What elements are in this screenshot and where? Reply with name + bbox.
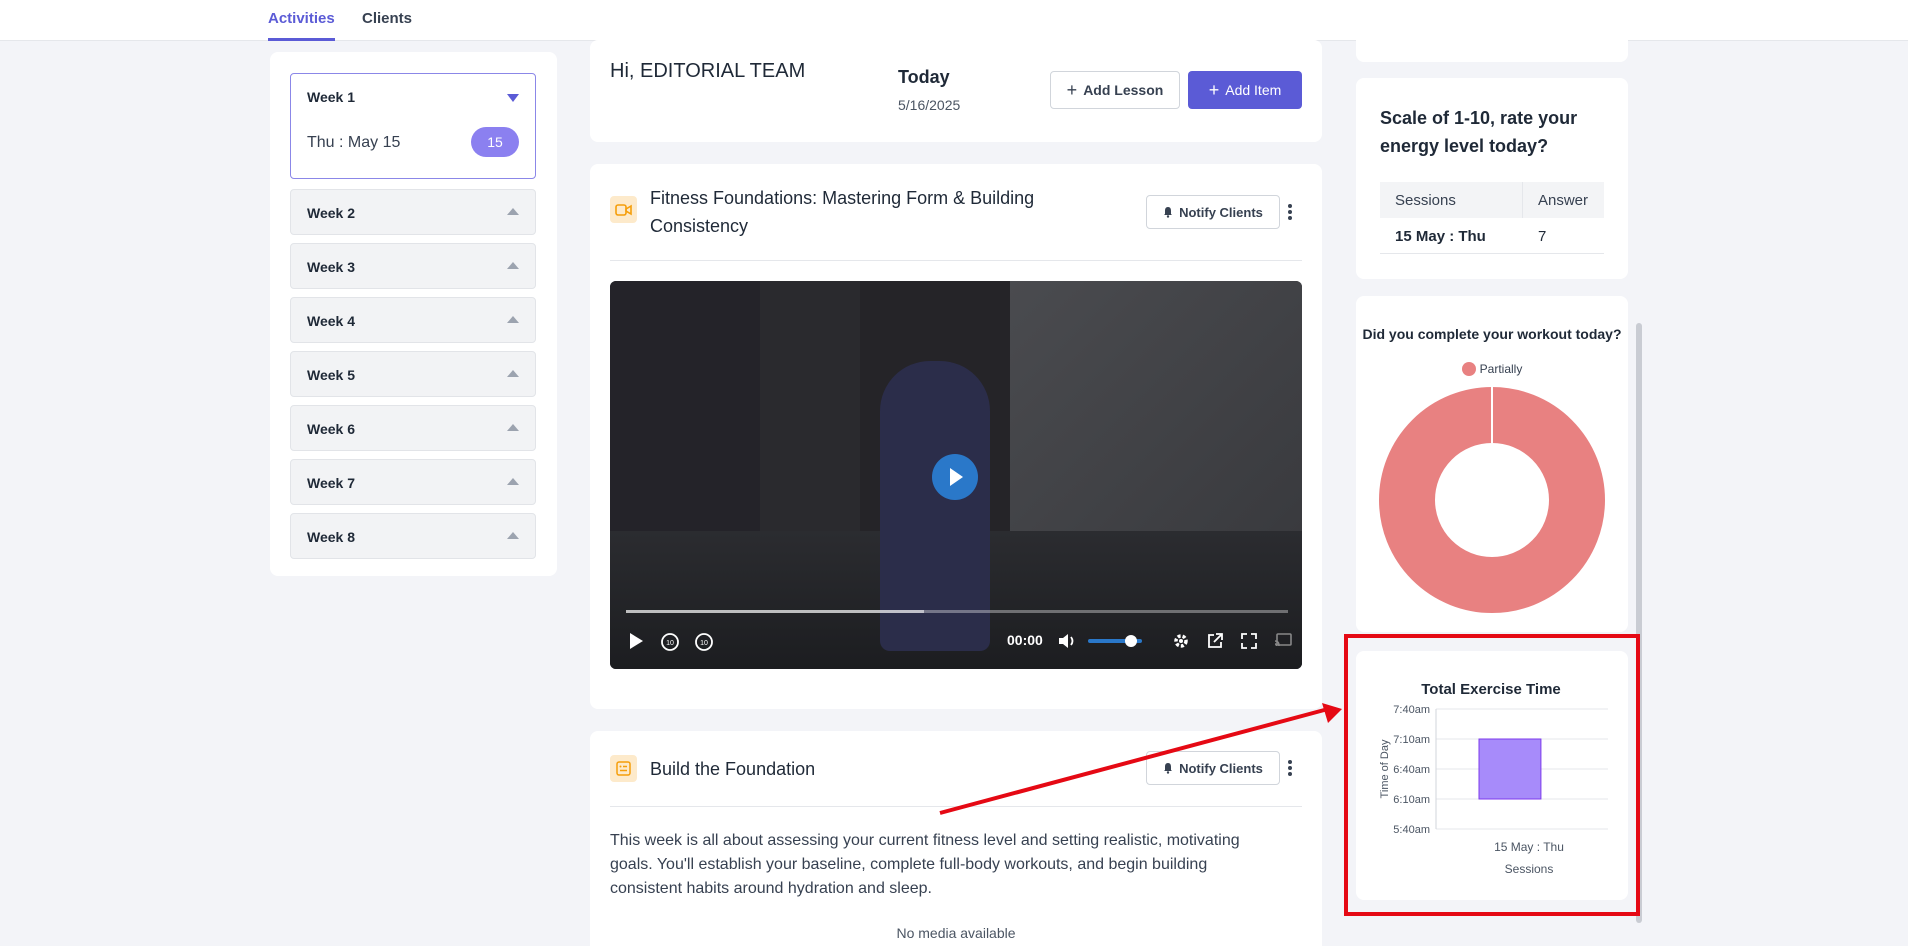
column-header-answer: Answer [1538,192,1589,209]
day-header-card: Hi, EDITORIAL TEAM Today 5/16/2025 + Add… [590,40,1322,142]
external-link-icon[interactable] [1206,632,1224,650]
week-item-7[interactable]: Week 7 [290,459,536,505]
week-item-4[interactable]: Week 4 [290,297,536,343]
today-label: Today [898,67,950,87]
play-overlay-button[interactable] [932,454,978,500]
lesson-title: Build the Foundation [650,759,816,779]
annotation-arrow [939,703,1342,815]
video-player[interactable]: 10 10 00:00 [610,281,1302,669]
divider [610,260,1302,261]
caret-up-icon [507,262,519,269]
caret-up-icon [507,316,519,323]
week-label: Week 7 [307,475,355,491]
session-date[interactable]: Thu : May 15 [307,134,400,152]
notify-clients-button[interactable]: Notify Clients [1146,195,1280,229]
notify-clients-label: Notify Clients [1179,204,1263,220]
lesson-description: This week is all about assessing your cu… [610,832,1240,897]
add-item-button[interactable]: + Add Item [1188,71,1302,109]
energy-survey-card: Scale of 1-10, rate your energy level to… [1356,78,1628,279]
video-time: 00:00 [1007,632,1043,648]
week-item-1[interactable]: Week 1 Thu : May 15 15 [290,73,536,179]
week-item-5[interactable]: Week 5 [290,351,536,397]
today-date: 5/16/2025 [898,97,961,113]
legend-label: Partially [1479,362,1523,376]
plus-icon: + [1066,80,1078,100]
video-controls: 10 10 00:00 [610,626,1302,656]
cast-icon[interactable] [1274,632,1292,648]
column-header-sessions: Sessions [1395,192,1456,209]
table-row: 15 May : Thu 7 [1380,218,1604,254]
week-label: Week 6 [307,421,355,437]
week-label: Week 1 [307,89,355,105]
table-header: Sessions Answer [1380,182,1604,218]
no-media-text: No media available [896,925,1016,941]
volume-slider-handle[interactable] [1125,635,1138,647]
caret-up-icon [507,370,519,377]
play-icon[interactable] [628,632,644,650]
tab-activities[interactable]: Activities [268,0,335,41]
video-progress-fill [626,610,924,613]
svg-text:10: 10 [700,640,708,647]
week-sidebar: Week 1 Thu : May 15 15 Week 2 Week 3 Wee… [270,52,557,576]
caret-up-icon [507,478,519,485]
highlight-box [1344,634,1640,916]
session-cell: 15 May : Thu [1395,228,1486,245]
video-progress-bar[interactable] [626,610,1288,613]
add-lesson-label: Add Lesson [1083,82,1164,98]
donut-chart [1379,387,1605,613]
fullscreen-icon[interactable] [1240,632,1258,650]
week-label: Week 4 [307,313,355,329]
energy-table: Sessions Answer 15 May : Thu 7 [1380,182,1604,254]
answer-cell: 7 [1538,228,1547,245]
lesson-title: Fitness Foundations: Mastering Form & Bu… [650,188,1035,236]
tab-clients[interactable]: Clients [362,0,412,41]
more-options-icon[interactable] [1285,201,1295,223]
week-item-8[interactable]: Week 8 [290,513,536,559]
survey-question: Scale of 1-10, rate your energy level to… [1380,108,1578,156]
caret-up-icon [507,532,519,539]
add-lesson-button[interactable]: + Add Lesson [1050,71,1180,109]
caret-down-icon [507,94,519,102]
week-label: Week 3 [307,259,355,275]
column-separator [1522,182,1523,218]
week-item-3[interactable]: Week 3 [290,243,536,289]
settings-gear-icon[interactable] [1172,632,1190,650]
previous-card-bottom [1356,30,1628,62]
session-count-badge: 15 [471,127,519,157]
volume-icon[interactable] [1058,632,1078,650]
bell-icon [1164,207,1173,218]
chart-legend: Partially [1356,362,1628,376]
add-item-label: Add Item [1225,82,1282,98]
plus-icon: + [1208,80,1220,100]
lesson-card-video: Fitness Foundations: Mastering Form & Bu… [590,164,1322,709]
week-item-2[interactable]: Week 2 [290,189,536,235]
video-frame-person [880,361,990,651]
week-label: Week 5 [307,367,355,383]
video-camera-icon [610,196,637,223]
week-label: Week 2 [307,205,355,221]
caret-up-icon [507,424,519,431]
svg-text:10: 10 [666,640,674,647]
forward-10-icon[interactable]: 10 [694,632,714,652]
greeting: Hi, EDITORIAL TEAM [610,60,806,82]
document-icon [610,755,637,782]
rewind-10-icon[interactable]: 10 [660,632,680,652]
donut-chart-title: Did you complete your workout today? [1362,326,1622,342]
week-item-6[interactable]: Week 6 [290,405,536,451]
week-label: Week 8 [307,529,355,545]
legend-swatch [1461,362,1476,376]
workout-survey-card: Did you complete your workout today? Par… [1356,296,1628,632]
video-frame-banner [610,281,760,531]
caret-up-icon [507,208,519,215]
